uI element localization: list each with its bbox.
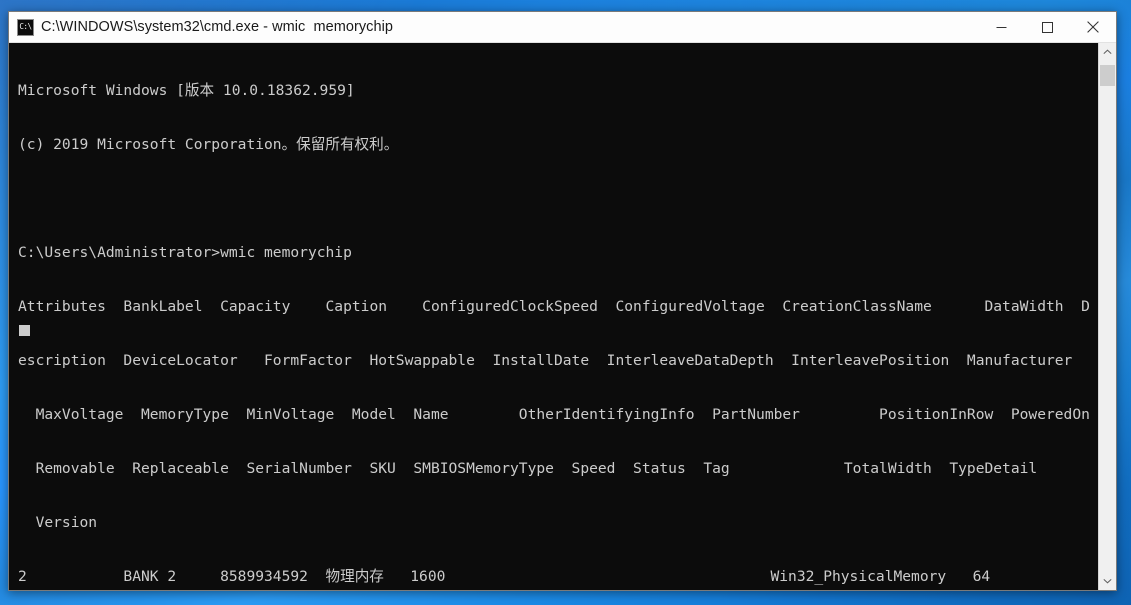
- cmd-exe-icon: C:\: [17, 18, 34, 36]
- console-area: Microsoft Windows [版本 10.0.18362.959] (c…: [9, 43, 1116, 590]
- chevron-up-icon: [1103, 49, 1112, 54]
- console-line: (c) 2019 Microsoft Corporation。保留所有权利。: [18, 136, 399, 153]
- window-title: C:\WINDOWS\system32\cmd.exe - wmic memor…: [41, 19, 393, 35]
- scrollbar-thumb[interactable]: [1100, 65, 1115, 86]
- console-line: Attributes BankLabel Capacity Caption Co…: [18, 298, 1090, 315]
- minimize-icon: [996, 26, 1006, 28]
- chevron-down-icon: [1103, 579, 1112, 584]
- vertical-scrollbar[interactable]: [1098, 43, 1116, 590]
- window-title-bar[interactable]: C:\ C:\WINDOWS\system32\cmd.exe - wmic m…: [9, 12, 1116, 43]
- console-output[interactable]: Microsoft Windows [版本 10.0.18362.959] (c…: [9, 43, 1098, 590]
- cmd-icon-glyph: C:\: [19, 22, 32, 31]
- window-controls: [978, 12, 1116, 43]
- scrollbar-track[interactable]: [1099, 61, 1116, 572]
- maximize-button[interactable]: [1024, 12, 1070, 43]
- console-line: Microsoft Windows [版本 10.0.18362.959]: [18, 82, 355, 99]
- console-line: 2 BANK 2 8589934592 物理内存 1600 Win32_Phys…: [18, 568, 991, 585]
- close-icon: [1087, 21, 1099, 33]
- console-line: Version: [18, 514, 98, 531]
- text-cursor: [19, 325, 30, 336]
- maximize-icon: [1041, 21, 1053, 33]
- scrollbar-up-button[interactable]: [1099, 43, 1116, 61]
- minimize-button[interactable]: [978, 12, 1024, 43]
- console-line: Removable Replaceable SerialNumber SKU S…: [18, 460, 1038, 477]
- console-line-prompt: C:\Users\Administrator>wmic memorychip: [18, 244, 352, 261]
- console-line: escription DeviceLocator FormFactor HotS…: [18, 352, 1073, 369]
- scrollbar-down-button[interactable]: [1099, 572, 1116, 590]
- close-button[interactable]: [1070, 12, 1116, 43]
- command-prompt-window: C:\ C:\WINDOWS\system32\cmd.exe - wmic m…: [8, 11, 1117, 591]
- console-line: MaxVoltage MemoryType MinVoltage Model N…: [18, 406, 1090, 423]
